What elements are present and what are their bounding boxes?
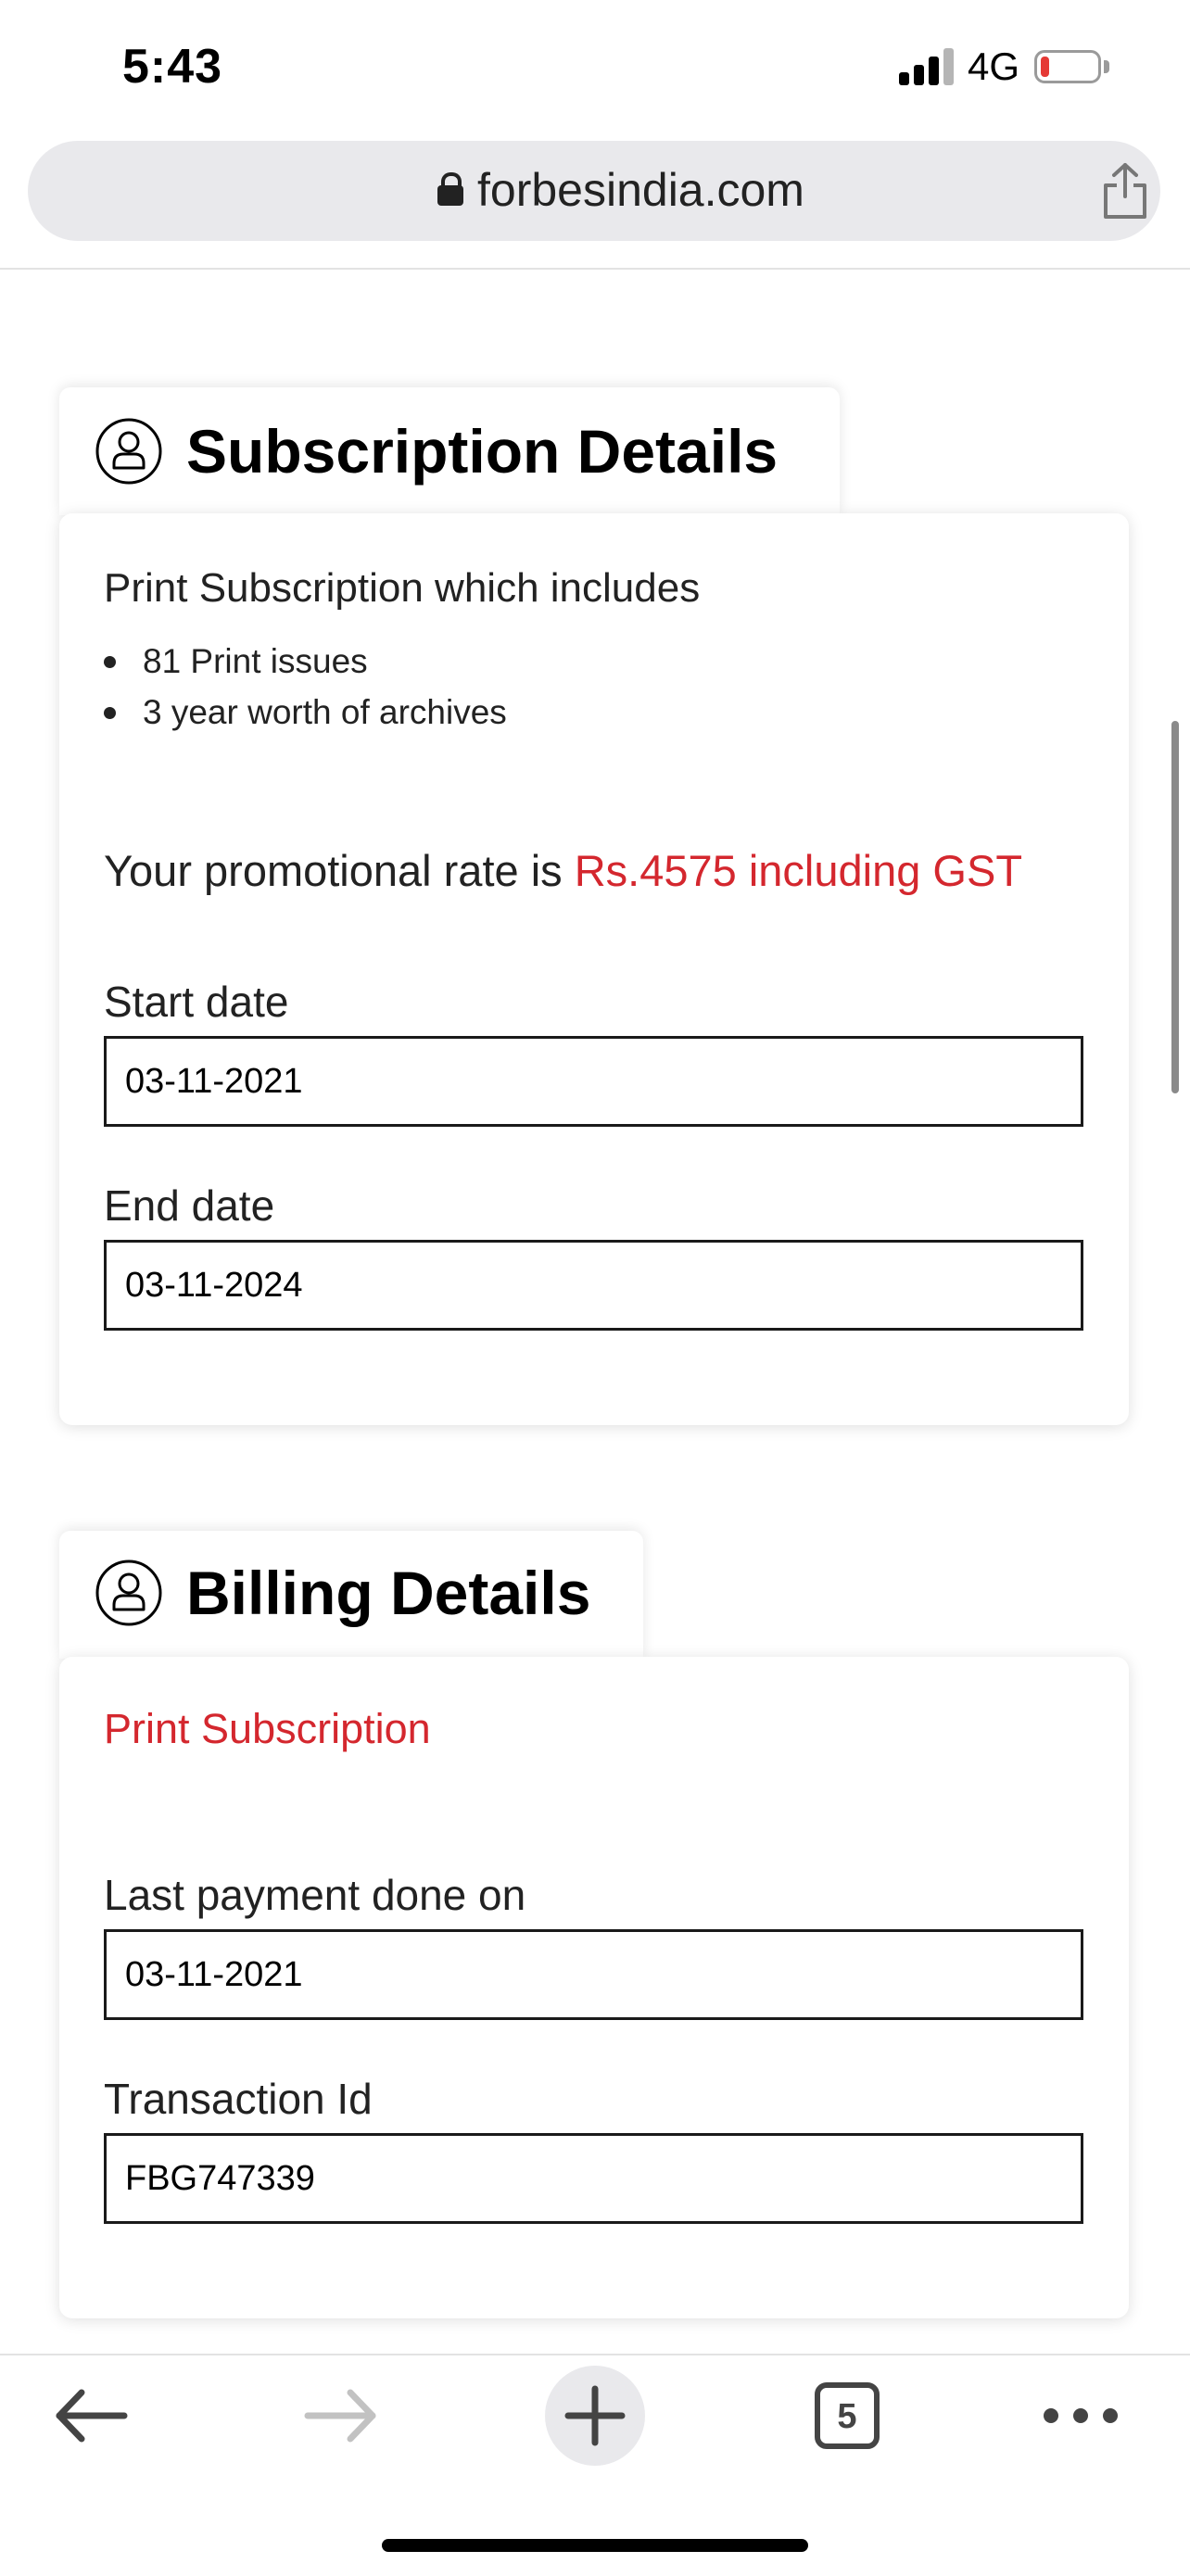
billing-plan: Print Subscription: [104, 1705, 431, 1752]
url-text[interactable]: forbesindia.com: [477, 163, 804, 217]
subscription-card: Print Subscription which includes 81 Pri…: [59, 513, 1129, 1425]
transaction-id-field[interactable]: [104, 2133, 1083, 2224]
billing-card: Print Subscription Last payment done on …: [59, 1657, 1129, 2318]
forward-arrow-icon[interactable]: [285, 2355, 397, 2476]
address-bar[interactable]: forbesindia.com: [28, 141, 1160, 241]
more-icon[interactable]: [1025, 2355, 1136, 2476]
promotional-rate: Your promotional rate is Rs.4575 includi…: [104, 845, 1022, 896]
subscription-title: Subscription Details: [186, 417, 779, 486]
battery-icon: [1034, 50, 1101, 83]
battery-level: [1041, 57, 1049, 77]
list-item: 81 Print issues: [104, 636, 507, 687]
user-icon: [95, 1559, 162, 1626]
subscription-intro: Print Subscription which includes: [104, 565, 701, 611]
status-time: 5:43: [122, 40, 223, 94]
share-icon[interactable]: [1098, 161, 1152, 221]
rate-prefix: Your promotional rate is: [104, 846, 563, 895]
start-date-label: Start date: [104, 978, 289, 1026]
includes-list: 81 Print issues 3 year worth of archives: [104, 636, 507, 738]
tab-count: 5: [837, 2397, 857, 2436]
user-icon: [95, 418, 162, 485]
end-date-field[interactable]: [104, 1240, 1083, 1331]
list-item: 3 year worth of archives: [104, 687, 507, 738]
last-payment-label: Last payment done on: [104, 1871, 526, 1919]
lock-icon: [437, 170, 464, 211]
scrollbar[interactable]: [1171, 721, 1179, 1093]
battery-cap: [1104, 60, 1109, 73]
transaction-id-label: Transaction Id: [104, 2075, 373, 2123]
toolbar-divider: [0, 268, 1190, 270]
status-bar: 5:43 4G: [0, 0, 1190, 139]
billing-title: Billing Details: [186, 1559, 591, 1627]
last-payment-field[interactable]: [104, 1929, 1083, 2020]
billing-header: Billing Details: [59, 1531, 643, 1659]
network-type: 4G: [968, 44, 1020, 88]
subscription-header: Subscription Details: [59, 387, 840, 515]
start-date-field[interactable]: [104, 1036, 1083, 1127]
rate-value: Rs.4575 including GST: [574, 846, 1023, 895]
signal-icon: [899, 48, 955, 85]
home-indicator[interactable]: [382, 2539, 808, 2552]
end-date-label: End date: [104, 1181, 275, 1230]
back-arrow-icon[interactable]: [35, 2355, 146, 2476]
plus-icon[interactable]: [539, 2355, 651, 2476]
